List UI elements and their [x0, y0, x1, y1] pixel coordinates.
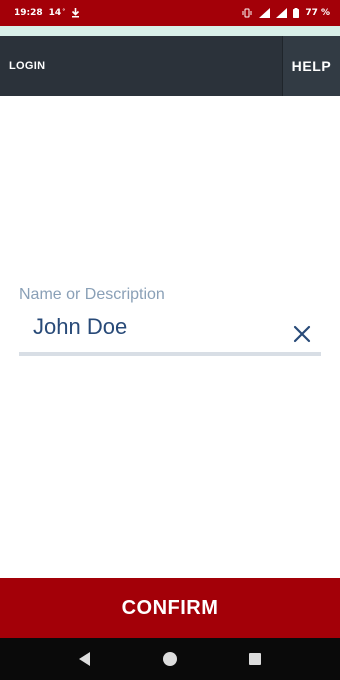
name-input[interactable]: John Doe — [33, 314, 127, 340]
back-icon — [79, 652, 90, 666]
temperature-value: 14 — [48, 8, 62, 18]
status-bar-right: 77 % — [241, 8, 330, 18]
temperature-icon: ° — [62, 8, 66, 15]
navigation-bar — [0, 638, 340, 680]
close-icon — [293, 325, 311, 343]
accent-strip — [0, 26, 340, 36]
recents-button[interactable] — [246, 650, 264, 668]
back-button[interactable] — [76, 650, 94, 668]
battery-icon — [293, 8, 300, 18]
vibrate-icon — [241, 8, 253, 18]
field-underline — [19, 352, 321, 356]
recents-icon — [249, 653, 261, 665]
status-time: 19:28 — [14, 8, 43, 18]
app-screen: 19:28 14 ° 77 % LOGIN HELP Name or Descr… — [0, 0, 340, 680]
top-toolbar: LOGIN HELP — [0, 36, 340, 96]
download-icon — [71, 8, 80, 18]
status-bar-left: 19:28 14 ° — [14, 8, 80, 18]
battery-percent: 77 % — [305, 8, 330, 18]
clear-button[interactable] — [291, 323, 313, 345]
name-description-field[interactable]: Name or Description John Doe — [19, 286, 321, 358]
status-bar: 19:28 14 ° 77 % — [0, 0, 340, 26]
help-button[interactable]: HELP — [282, 36, 340, 96]
home-icon — [163, 652, 177, 666]
signal-icon — [259, 8, 271, 18]
login-button[interactable]: LOGIN — [0, 36, 282, 96]
field-label: Name or Description — [19, 286, 165, 303]
status-temperature: 14 ° — [49, 8, 66, 18]
home-button[interactable] — [161, 650, 179, 668]
wifi-icon — [276, 8, 288, 18]
confirm-button[interactable]: CONFIRM — [0, 578, 340, 638]
